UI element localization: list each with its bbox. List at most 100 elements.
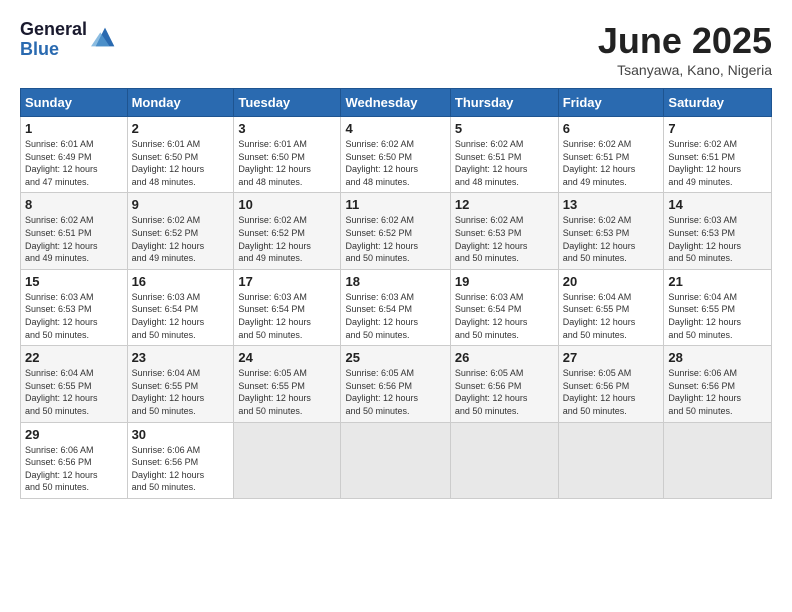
calendar-cell: 14 Sunrise: 6:03 AM Sunset: 6:53 PM Dayli…: [664, 193, 772, 269]
day-info: Sunrise: 6:03 AM Sunset: 6:54 PM Dayligh…: [238, 291, 336, 341]
day-number: 23: [132, 350, 230, 365]
weekday-header-tuesday: Tuesday: [234, 89, 341, 117]
day-number: 20: [563, 274, 660, 289]
day-info: Sunrise: 6:04 AM Sunset: 6:55 PM Dayligh…: [25, 367, 123, 417]
calendar-cell: 1Sunrise: 6:01 AM Sunset: 6:49 PM Daylig…: [21, 117, 128, 193]
day-number: 18: [345, 274, 445, 289]
weekday-header-saturday: Saturday: [664, 89, 772, 117]
day-number: 28: [668, 350, 767, 365]
calendar-cell: 9 Sunrise: 6:02 AM Sunset: 6:52 PM Daylig…: [127, 193, 234, 269]
calendar-cell: 5Sunrise: 6:02 AM Sunset: 6:51 PM Daylig…: [450, 117, 558, 193]
day-number: 19: [455, 274, 554, 289]
calendar-cell: 11 Sunrise: 6:02 AM Sunset: 6:52 PM Dayli…: [341, 193, 450, 269]
logo-icon: [91, 23, 119, 51]
calendar-cell: 8 Sunrise: 6:02 AM Sunset: 6:51 PM Daylig…: [21, 193, 128, 269]
calendar-table: SundayMondayTuesdayWednesdayThursdayFrid…: [20, 88, 772, 499]
day-info: Sunrise: 6:06 AM Sunset: 6:56 PM Dayligh…: [25, 444, 123, 494]
day-number: 13: [563, 197, 660, 212]
calendar-cell: 26Sunrise: 6:05 AM Sunset: 6:56 PM Dayli…: [450, 346, 558, 422]
day-number: 12: [455, 197, 554, 212]
day-info: Sunrise: 6:02 AM Sunset: 6:52 PM Dayligh…: [238, 214, 336, 264]
calendar-cell: 19Sunrise: 6:03 AM Sunset: 6:54 PM Dayli…: [450, 269, 558, 345]
calendar-cell: 16 Sunrise: 6:03 AM Sunset: 6:54 PM Dayli…: [127, 269, 234, 345]
day-info: Sunrise: 6:06 AM Sunset: 6:56 PM Dayligh…: [668, 367, 767, 417]
logo-blue-text: Blue: [20, 40, 87, 60]
day-info: Sunrise: 6:01 AM Sunset: 6:50 PM Dayligh…: [132, 138, 230, 188]
day-number: 27: [563, 350, 660, 365]
weekday-header-sunday: Sunday: [21, 89, 128, 117]
calendar-cell: 23 Sunrise: 6:04 AM Sunset: 6:55 PM Dayli…: [127, 346, 234, 422]
title-block: June 2025 Tsanyawa, Kano, Nigeria: [598, 20, 772, 78]
day-info: Sunrise: 6:06 AM Sunset: 6:56 PM Dayligh…: [132, 444, 230, 494]
calendar-cell: [664, 422, 772, 498]
calendar-cell: 24 Sunrise: 6:05 AM Sunset: 6:55 PM Dayli…: [234, 346, 341, 422]
day-number: 15: [25, 274, 123, 289]
day-number: 30: [132, 427, 230, 442]
day-info: Sunrise: 6:03 AM Sunset: 6:54 PM Dayligh…: [132, 291, 230, 341]
calendar-cell: 12 Sunrise: 6:02 AM Sunset: 6:53 PM Dayli…: [450, 193, 558, 269]
day-info: Sunrise: 6:02 AM Sunset: 6:51 PM Dayligh…: [455, 138, 554, 188]
calendar-cell: 15Sunrise: 6:03 AM Sunset: 6:53 PM Dayli…: [21, 269, 128, 345]
weekday-header-friday: Friday: [558, 89, 664, 117]
day-number: 1: [25, 121, 123, 136]
day-number: 14: [668, 197, 767, 212]
calendar-cell: 29Sunrise: 6:06 AM Sunset: 6:56 PM Dayli…: [21, 422, 128, 498]
day-info: Sunrise: 6:02 AM Sunset: 6:52 PM Dayligh…: [345, 214, 445, 264]
logo-general-text: General: [20, 20, 87, 40]
day-info: Sunrise: 6:05 AM Sunset: 6:56 PM Dayligh…: [345, 367, 445, 417]
day-info: Sunrise: 6:02 AM Sunset: 6:52 PM Dayligh…: [132, 214, 230, 264]
day-info: Sunrise: 6:05 AM Sunset: 6:56 PM Dayligh…: [563, 367, 660, 417]
day-number: 8: [25, 197, 123, 212]
day-info: Sunrise: 6:03 AM Sunset: 6:54 PM Dayligh…: [345, 291, 445, 341]
calendar-cell: 6Sunrise: 6:02 AM Sunset: 6:51 PM Daylig…: [558, 117, 664, 193]
calendar-cell: 28 Sunrise: 6:06 AM Sunset: 6:56 PM Dayli…: [664, 346, 772, 422]
day-number: 25: [345, 350, 445, 365]
day-info: Sunrise: 6:02 AM Sunset: 6:51 PM Dayligh…: [25, 214, 123, 264]
logo: General Blue: [20, 20, 119, 60]
day-number: 11: [345, 197, 445, 212]
day-info: Sunrise: 6:01 AM Sunset: 6:50 PM Dayligh…: [238, 138, 336, 188]
calendar-cell: 2 Sunrise: 6:01 AM Sunset: 6:50 PM Daylig…: [127, 117, 234, 193]
day-info: Sunrise: 6:04 AM Sunset: 6:55 PM Dayligh…: [132, 367, 230, 417]
calendar-cell: 17 Sunrise: 6:03 AM Sunset: 6:54 PM Dayli…: [234, 269, 341, 345]
location-text: Tsanyawa, Kano, Nigeria: [598, 62, 772, 78]
weekday-header-wednesday: Wednesday: [341, 89, 450, 117]
calendar-cell: [234, 422, 341, 498]
calendar-week-1: 1Sunrise: 6:01 AM Sunset: 6:49 PM Daylig…: [21, 117, 772, 193]
day-info: Sunrise: 6:04 AM Sunset: 6:55 PM Dayligh…: [668, 291, 767, 341]
day-info: Sunrise: 6:05 AM Sunset: 6:55 PM Dayligh…: [238, 367, 336, 417]
day-number: 10: [238, 197, 336, 212]
day-number: 16: [132, 274, 230, 289]
day-number: 24: [238, 350, 336, 365]
day-number: 6: [563, 121, 660, 136]
day-number: 17: [238, 274, 336, 289]
calendar-cell: [558, 422, 664, 498]
calendar-week-5: 29Sunrise: 6:06 AM Sunset: 6:56 PM Dayli…: [21, 422, 772, 498]
weekday-header-thursday: Thursday: [450, 89, 558, 117]
calendar-cell: [341, 422, 450, 498]
day-number: 7: [668, 121, 767, 136]
calendar-cell: 25 Sunrise: 6:05 AM Sunset: 6:56 PM Dayli…: [341, 346, 450, 422]
day-number: 22: [25, 350, 123, 365]
calendar-cell: 4Sunrise: 6:02 AM Sunset: 6:50 PM Daylig…: [341, 117, 450, 193]
calendar-body: 1Sunrise: 6:01 AM Sunset: 6:49 PM Daylig…: [21, 117, 772, 499]
calendar-cell: 21Sunrise: 6:04 AM Sunset: 6:55 PM Dayli…: [664, 269, 772, 345]
calendar-cell: 30 Sunrise: 6:06 AM Sunset: 6:56 PM Dayli…: [127, 422, 234, 498]
calendar-cell: 13Sunrise: 6:02 AM Sunset: 6:53 PM Dayli…: [558, 193, 664, 269]
day-info: Sunrise: 6:02 AM Sunset: 6:53 PM Dayligh…: [455, 214, 554, 264]
calendar-cell: 10 Sunrise: 6:02 AM Sunset: 6:52 PM Dayli…: [234, 193, 341, 269]
day-info: Sunrise: 6:03 AM Sunset: 6:53 PM Dayligh…: [668, 214, 767, 264]
calendar-cell: 20Sunrise: 6:04 AM Sunset: 6:55 PM Dayli…: [558, 269, 664, 345]
day-info: Sunrise: 6:05 AM Sunset: 6:56 PM Dayligh…: [455, 367, 554, 417]
day-number: 4: [345, 121, 445, 136]
weekday-header-monday: Monday: [127, 89, 234, 117]
calendar-week-3: 15Sunrise: 6:03 AM Sunset: 6:53 PM Dayli…: [21, 269, 772, 345]
calendar-week-4: 22 Sunrise: 6:04 AM Sunset: 6:55 PM Dayli…: [21, 346, 772, 422]
day-number: 2: [132, 121, 230, 136]
day-number: 3: [238, 121, 336, 136]
calendar-cell: 3 Sunrise: 6:01 AM Sunset: 6:50 PM Daylig…: [234, 117, 341, 193]
day-number: 9: [132, 197, 230, 212]
calendar-cell: [450, 422, 558, 498]
calendar-cell: 22 Sunrise: 6:04 AM Sunset: 6:55 PM Dayli…: [21, 346, 128, 422]
page-header: General Blue June 2025 Tsanyawa, Kano, N…: [20, 20, 772, 78]
